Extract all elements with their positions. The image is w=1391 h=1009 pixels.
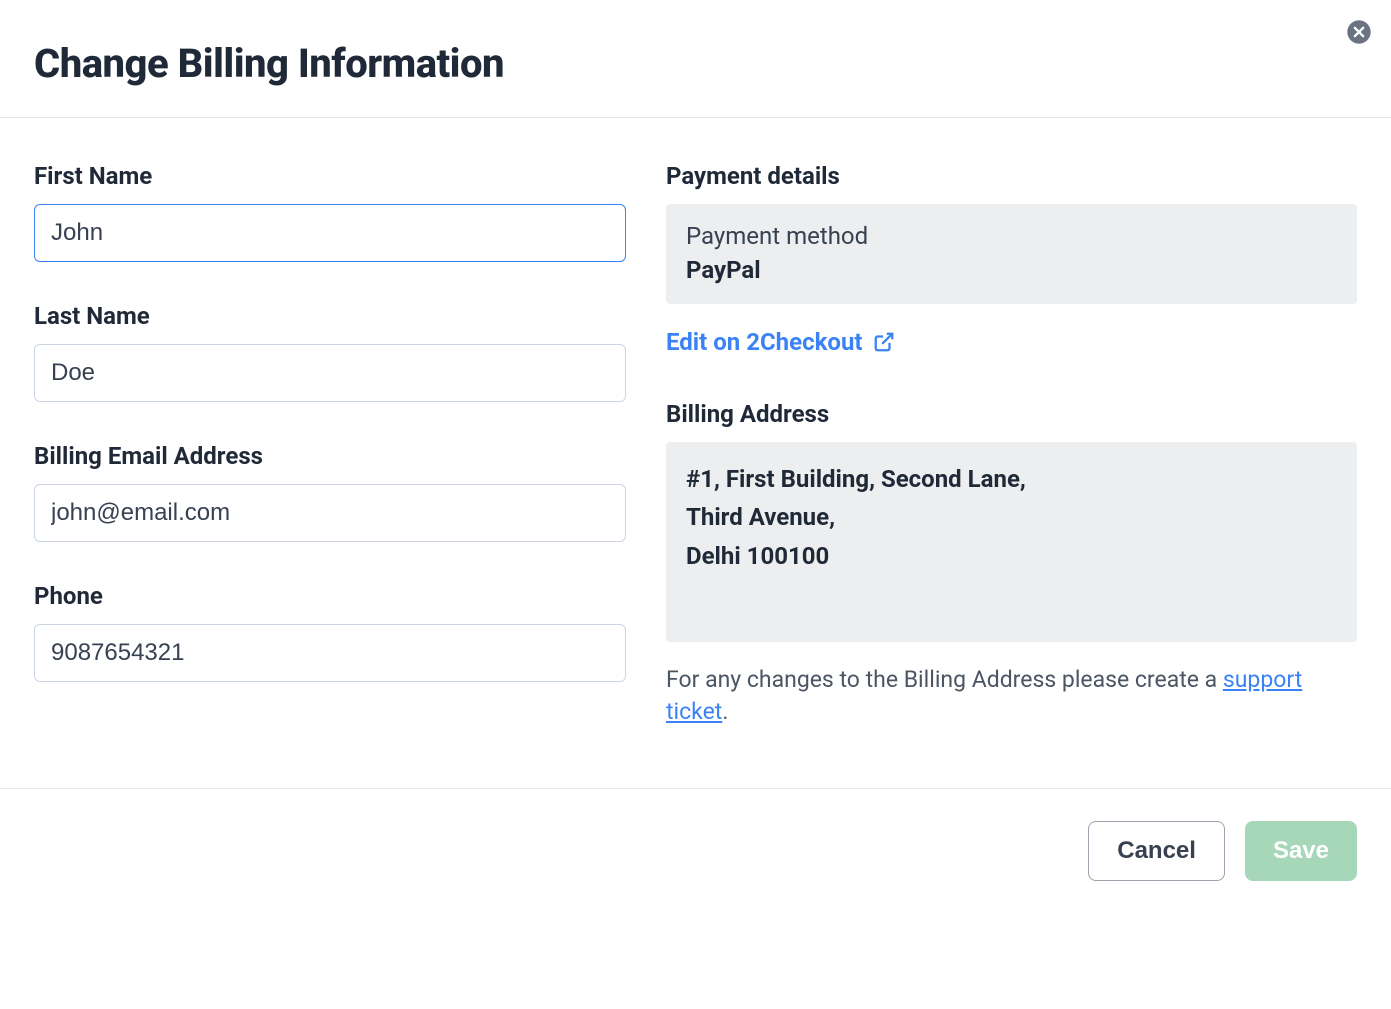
address-line-3: Delhi 100100 <box>686 537 1337 575</box>
help-suffix: . <box>722 698 728 725</box>
first-name-label: First Name <box>34 162 626 190</box>
close-icon <box>1345 18 1373 46</box>
address-line-2: Third Avenue, <box>686 498 1337 536</box>
first-name-input[interactable] <box>34 204 626 262</box>
billing-address-help: For any changes to the Billing Address p… <box>666 664 1357 728</box>
billing-address-title: Billing Address <box>666 400 1357 428</box>
phone-label: Phone <box>34 582 626 610</box>
email-group: Billing Email Address <box>34 442 626 542</box>
close-button[interactable] <box>1345 18 1373 46</box>
modal-footer: Cancel Save <box>0 788 1391 913</box>
details-column: Payment details Payment method PayPal Ed… <box>666 162 1357 728</box>
last-name-group: Last Name <box>34 302 626 402</box>
email-label: Billing Email Address <box>34 442 626 470</box>
edit-link-text: Edit on 2Checkout <box>666 328 863 356</box>
billing-address-section: Billing Address #1, First Building, Seco… <box>666 400 1357 728</box>
phone-input[interactable] <box>34 624 626 682</box>
edit-on-2checkout-link[interactable]: Edit on 2Checkout <box>666 328 895 356</box>
email-input[interactable] <box>34 484 626 542</box>
payment-details-section: Payment details Payment method PayPal Ed… <box>666 162 1357 356</box>
help-prefix: For any changes to the Billing Address p… <box>666 666 1223 693</box>
payment-method-label: Payment method <box>686 222 1337 250</box>
external-link-icon <box>873 331 895 353</box>
last-name-input[interactable] <box>34 344 626 402</box>
address-line-1: #1, First Building, Second Lane, <box>686 460 1337 498</box>
billing-modal: Change Billing Information First Name La… <box>0 0 1391 913</box>
last-name-label: Last Name <box>34 302 626 330</box>
payment-method-value: PayPal <box>686 256 1337 284</box>
payment-method-box: Payment method PayPal <box>666 204 1357 304</box>
modal-body: First Name Last Name Billing Email Addre… <box>0 118 1391 788</box>
modal-header: Change Billing Information <box>0 0 1391 118</box>
phone-group: Phone <box>34 582 626 682</box>
form-column: First Name Last Name Billing Email Addre… <box>34 162 626 728</box>
cancel-button[interactable]: Cancel <box>1088 821 1225 881</box>
first-name-group: First Name <box>34 162 626 262</box>
save-button[interactable]: Save <box>1245 821 1357 881</box>
payment-details-title: Payment details <box>666 162 1357 190</box>
billing-address-box: #1, First Building, Second Lane, Third A… <box>666 442 1357 642</box>
modal-title: Change Billing Information <box>34 40 1357 87</box>
